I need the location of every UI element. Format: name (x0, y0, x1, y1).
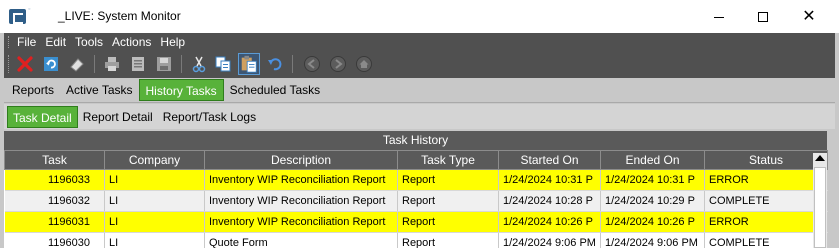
close-icon: ✕ (802, 7, 816, 25)
cell-description[interactable]: Inventory WIP Reconciliation Report (204, 169, 398, 191)
column-header-task-type[interactable]: Task Type (397, 150, 499, 170)
cell-description[interactable]: Quote Form (204, 232, 398, 248)
menu-grip[interactable] (8, 35, 11, 48)
scroll-up-icon[interactable] (815, 155, 825, 161)
cell-description[interactable]: Inventory WIP Reconciliation Report (204, 211, 398, 233)
eraser-icon[interactable] (68, 55, 86, 73)
print-preview-icon[interactable] (129, 55, 147, 73)
cell-company[interactable]: LI (104, 232, 205, 248)
cell-ended-on[interactable]: 1/24/2024 10:29 P (600, 190, 705, 212)
column-header-task[interactable]: Task (4, 150, 105, 170)
cell-task[interactable]: 1196030 (4, 232, 105, 248)
close-button[interactable]: ✕ (786, 0, 832, 33)
cell-task-type[interactable]: Report (397, 169, 499, 191)
print-icon[interactable] (103, 55, 121, 73)
cell-task[interactable]: 1196032 (4, 190, 105, 212)
subtab-report-task-logs[interactable]: Report/Task Logs (158, 106, 261, 128)
subtab-report-detail[interactable]: Report Detail (78, 106, 158, 128)
cell-task[interactable]: 1196031 (4, 211, 105, 233)
cut-icon[interactable] (190, 55, 208, 73)
copy-icon[interactable] (214, 55, 232, 73)
cell-status[interactable]: ERROR (704, 169, 828, 191)
app-logo-icon (9, 9, 26, 24)
scroll-thumb[interactable] (814, 167, 826, 248)
task-history-grid: Task History Task Company Description Ta… (4, 131, 828, 248)
column-header-started-on[interactable]: Started On (498, 150, 601, 170)
table-row[interactable]: 1196030 LI Quote Form Report 1/24/2024 9… (4, 232, 828, 248)
cell-company[interactable]: LI (104, 169, 205, 191)
tab-history-tasks[interactable]: History Tasks (138, 79, 224, 101)
forward-icon[interactable] (329, 55, 347, 73)
column-header-description[interactable]: Description (204, 150, 398, 170)
cell-company[interactable]: LI (104, 190, 205, 212)
cell-task-type[interactable]: Report (397, 190, 499, 212)
save-icon[interactable] (155, 55, 173, 73)
tab-scheduled-tasks[interactable]: Scheduled Tasks (224, 79, 327, 101)
maximize-icon (758, 11, 768, 22)
column-header-status[interactable]: Status (704, 150, 828, 170)
tab-active-tasks[interactable]: Active Tasks (60, 79, 138, 101)
column-header-ended-on[interactable]: Ended On (600, 150, 705, 170)
toolbar-separator (94, 55, 95, 73)
menu-bar: File Edit Tools Actions Help (4, 33, 835, 50)
cell-company[interactable]: LI (104, 211, 205, 233)
minimize-icon (714, 17, 724, 18)
cell-task-type[interactable]: Report (397, 211, 499, 233)
window-edge (835, 33, 839, 248)
toolbar (4, 50, 835, 78)
vertical-scrollbar[interactable] (813, 153, 827, 248)
main-tabs: Reports Active Tasks History Tasks Sched… (4, 78, 835, 103)
task-history-table: Task Company Description Task Type Start… (4, 150, 828, 248)
cell-status[interactable]: ERROR (704, 211, 828, 233)
toolbar-separator (292, 55, 293, 73)
undo-icon[interactable] (266, 55, 284, 73)
cell-started-on[interactable]: 1/24/2024 10:26 P (498, 211, 601, 233)
cell-status[interactable]: COMPLETE (704, 232, 828, 248)
maximize-button[interactable] (740, 0, 786, 33)
toolbar-separator (181, 55, 182, 73)
grid-caption: Task History (4, 131, 827, 150)
back-icon[interactable] (303, 55, 321, 73)
column-header-company[interactable]: Company (104, 150, 205, 170)
menu-file[interactable]: File (17, 35, 36, 49)
table-row[interactable]: 1196033 LI Inventory WIP Reconciliation … (4, 169, 828, 191)
logo-mark-icon: ◦ (28, 6, 31, 13)
cell-ended-on[interactable]: 1/24/2024 9:06 PM (600, 232, 705, 248)
header-row: Task Company Description Task Type Start… (4, 150, 828, 170)
cell-started-on[interactable]: 1/24/2024 9:06 PM (498, 232, 601, 248)
cell-description[interactable]: Inventory WIP Reconciliation Report (204, 190, 398, 212)
title-bar: ◦ _LIVE: System Monitor ✕ (0, 0, 839, 33)
toolbar-grip[interactable] (8, 55, 9, 73)
cell-started-on[interactable]: 1/24/2024 10:31 P (498, 169, 601, 191)
cell-ended-on[interactable]: 1/24/2024 10:26 P (600, 211, 705, 233)
refresh-icon[interactable] (42, 55, 60, 73)
table-row[interactable]: 1196032 LI Inventory WIP Reconciliation … (4, 190, 828, 212)
cell-started-on[interactable]: 1/24/2024 10:28 P (498, 190, 601, 212)
subtab-task-detail[interactable]: Task Detail (7, 105, 78, 128)
cell-task[interactable]: 1196033 (4, 169, 105, 191)
tab-reports[interactable]: Reports (6, 79, 60, 101)
minimize-button[interactable] (696, 0, 742, 33)
sub-tabs: Task Detail Report Detail Report/Task Lo… (4, 104, 835, 129)
cell-ended-on[interactable]: 1/24/2024 10:31 P (600, 169, 705, 191)
table-row[interactable]: 1196031 LI Inventory WIP Reconciliation … (4, 211, 828, 233)
menu-actions[interactable]: Actions (112, 35, 151, 49)
paste-icon[interactable] (238, 53, 260, 75)
menu-help[interactable]: Help (160, 35, 185, 49)
menu-tools[interactable]: Tools (75, 35, 103, 49)
window-title: _LIVE: System Monitor (58, 9, 181, 23)
cell-status[interactable]: COMPLETE (704, 190, 828, 212)
cell-task-type[interactable]: Report (397, 232, 499, 248)
delete-icon[interactable] (16, 55, 34, 73)
menu-edit[interactable]: Edit (45, 35, 66, 49)
home-icon[interactable] (355, 55, 373, 73)
